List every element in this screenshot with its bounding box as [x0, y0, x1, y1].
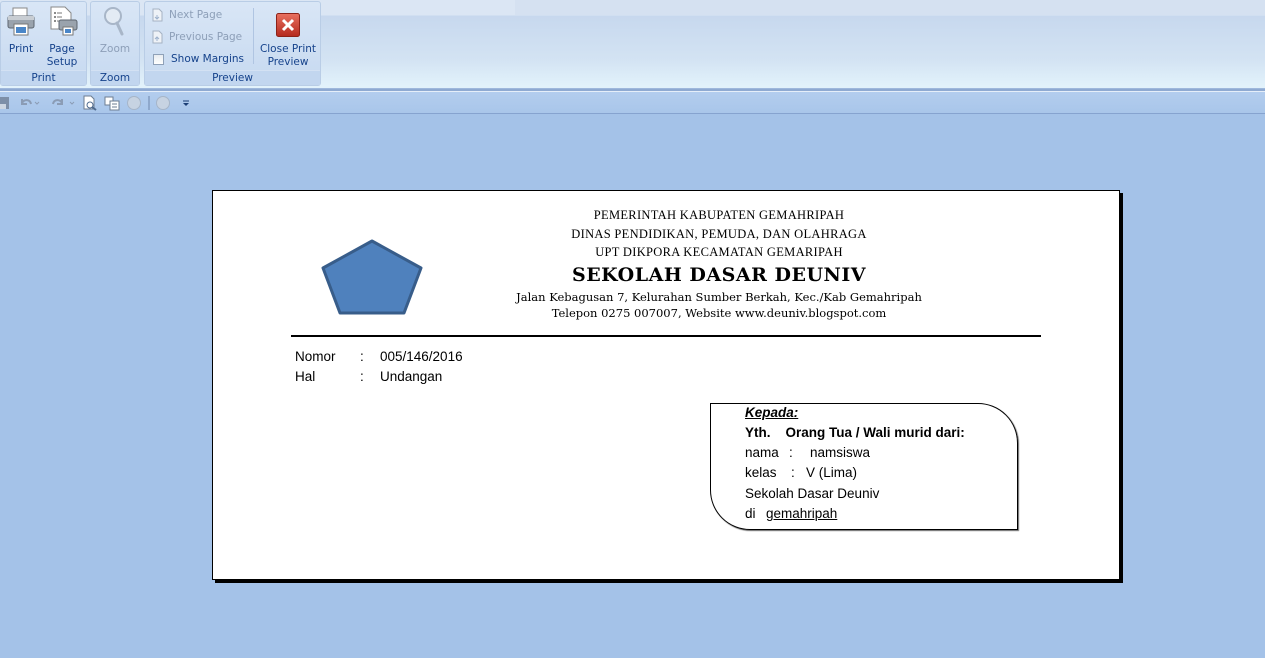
letterhead-school-name: SEKOLAH DASAR DEUNIV [571, 264, 867, 286]
hal-label: Hal [295, 369, 316, 384]
letterhead-line-2: DINAS PENDIDIKAN, PEMUDA, DAN OLAHRAGA [571, 227, 867, 241]
redo-icon[interactable] [50, 95, 76, 111]
page-setup-button[interactable]: Page Setup [43, 5, 81, 69]
nama-value: namsiswa [810, 445, 871, 460]
close-print-preview-button[interactable]: Close Print Preview [257, 5, 319, 69]
letterhead-address: Jalan Kebagusan 7, Kelurahan Sumber Berk… [516, 290, 922, 304]
page-setup-icon [46, 5, 78, 37]
preview-group-label: Preview [145, 70, 320, 85]
kelas-label: kelas [745, 465, 777, 480]
di-line: di gemahripah [745, 506, 837, 521]
next-page-label: Next Page [169, 9, 223, 21]
kelas-colon: : [791, 465, 795, 480]
previous-page-button[interactable]: Previous Page [151, 27, 242, 47]
yth-label: Yth. [745, 425, 771, 440]
show-margins-label: Show Margins [171, 53, 245, 65]
zoom-button[interactable]: Zoom [97, 5, 133, 56]
print-button[interactable]: Print [4, 5, 38, 56]
hal-value: Undangan [380, 369, 443, 384]
show-margins-checkbox[interactable] [153, 53, 164, 65]
close-preview-label-1: Close Print [259, 43, 317, 55]
print-label: Print [8, 43, 34, 55]
page-setup-label-2: Setup [46, 56, 78, 68]
recipient-box: Kepada: Yth. Orang Tua / Wali murid dari… [710, 403, 1018, 530]
di-value: gemahripah [766, 506, 838, 521]
zoom-group: Zoom Zoom [90, 1, 140, 86]
save-icon[interactable] [0, 95, 10, 111]
nama-line: nama: namsiswa [745, 445, 870, 460]
print-group-label: Print [1, 70, 86, 85]
preview-group: Next Page Previous Page Show Margins Clo… [144, 1, 321, 86]
hal-colon: : [360, 369, 364, 384]
school-logo-pentagon [321, 239, 423, 315]
document-page: PEMERINTAH KABUPATEN GEMAHRIPAH DINAS PE… [212, 190, 1120, 580]
zoom-group-label: Zoom [91, 70, 139, 85]
nama-colon: : [789, 445, 793, 460]
disabled-circle-icon[interactable] [126, 95, 142, 111]
nomor-value: 005/146/2016 [380, 349, 463, 364]
nama-label: nama [745, 445, 779, 460]
preview-separator [253, 8, 254, 64]
previous-page-label: Previous Page [169, 31, 243, 43]
print-group: Print Page Setup Print [0, 1, 87, 86]
next-page-icon [152, 8, 163, 22]
hal-row: Hal: Undangan [295, 369, 442, 384]
undo-icon[interactable] [18, 95, 40, 111]
copy-icon[interactable] [104, 95, 120, 111]
school-line: Sekolah Dasar Deuniv [745, 486, 880, 501]
previous-page-icon [152, 30, 163, 44]
qat-separator [148, 96, 150, 110]
letterhead-divider [291, 335, 1041, 337]
letterhead-line-3: UPT DIKPORA KECAMATAN GEMARIPAH [595, 245, 843, 259]
page-setup-label-1: Page [49, 43, 75, 55]
ribbon: Print Page Setup Print Zoom Zoom Next Pa… [0, 0, 1265, 88]
yth-text: Orang Tua / Wali murid dari: [785, 425, 965, 440]
close-preview-label-2: Preview [267, 56, 309, 68]
disabled-circle-icon[interactable] [155, 95, 171, 111]
print-preview-icon[interactable] [82, 95, 98, 111]
nomor-row: Nomor: 005/146/2016 [295, 349, 463, 364]
printer-icon [5, 5, 37, 37]
next-page-button[interactable]: Next Page [151, 5, 222, 25]
kelas-value: V (Lima) [806, 465, 858, 480]
kepada-label: Kepada: [745, 405, 799, 420]
kelas-line: kelas: V (Lima) [745, 465, 857, 480]
quick-access-toolbar [0, 92, 1265, 114]
yth-line: Yth. Orang Tua / Wali murid dari: [745, 425, 965, 440]
close-x-icon [276, 13, 300, 37]
zoom-label: Zoom [99, 43, 131, 55]
letterhead-line-1: PEMERINTAH KABUPATEN GEMAHRIPAH [593, 208, 845, 222]
customize-dropdown-icon[interactable] [181, 95, 191, 111]
magnifier-icon [99, 5, 131, 37]
di-label: di [745, 506, 756, 521]
ribbon-title-strip [515, 0, 1265, 15]
nomor-colon: : [360, 349, 364, 364]
letterhead-contact: Telepon 0275 007007, Website www.deuniv.… [551, 306, 887, 320]
show-margins-toggle[interactable]: Show Margins [151, 49, 244, 69]
nomor-label: Nomor [295, 349, 336, 364]
